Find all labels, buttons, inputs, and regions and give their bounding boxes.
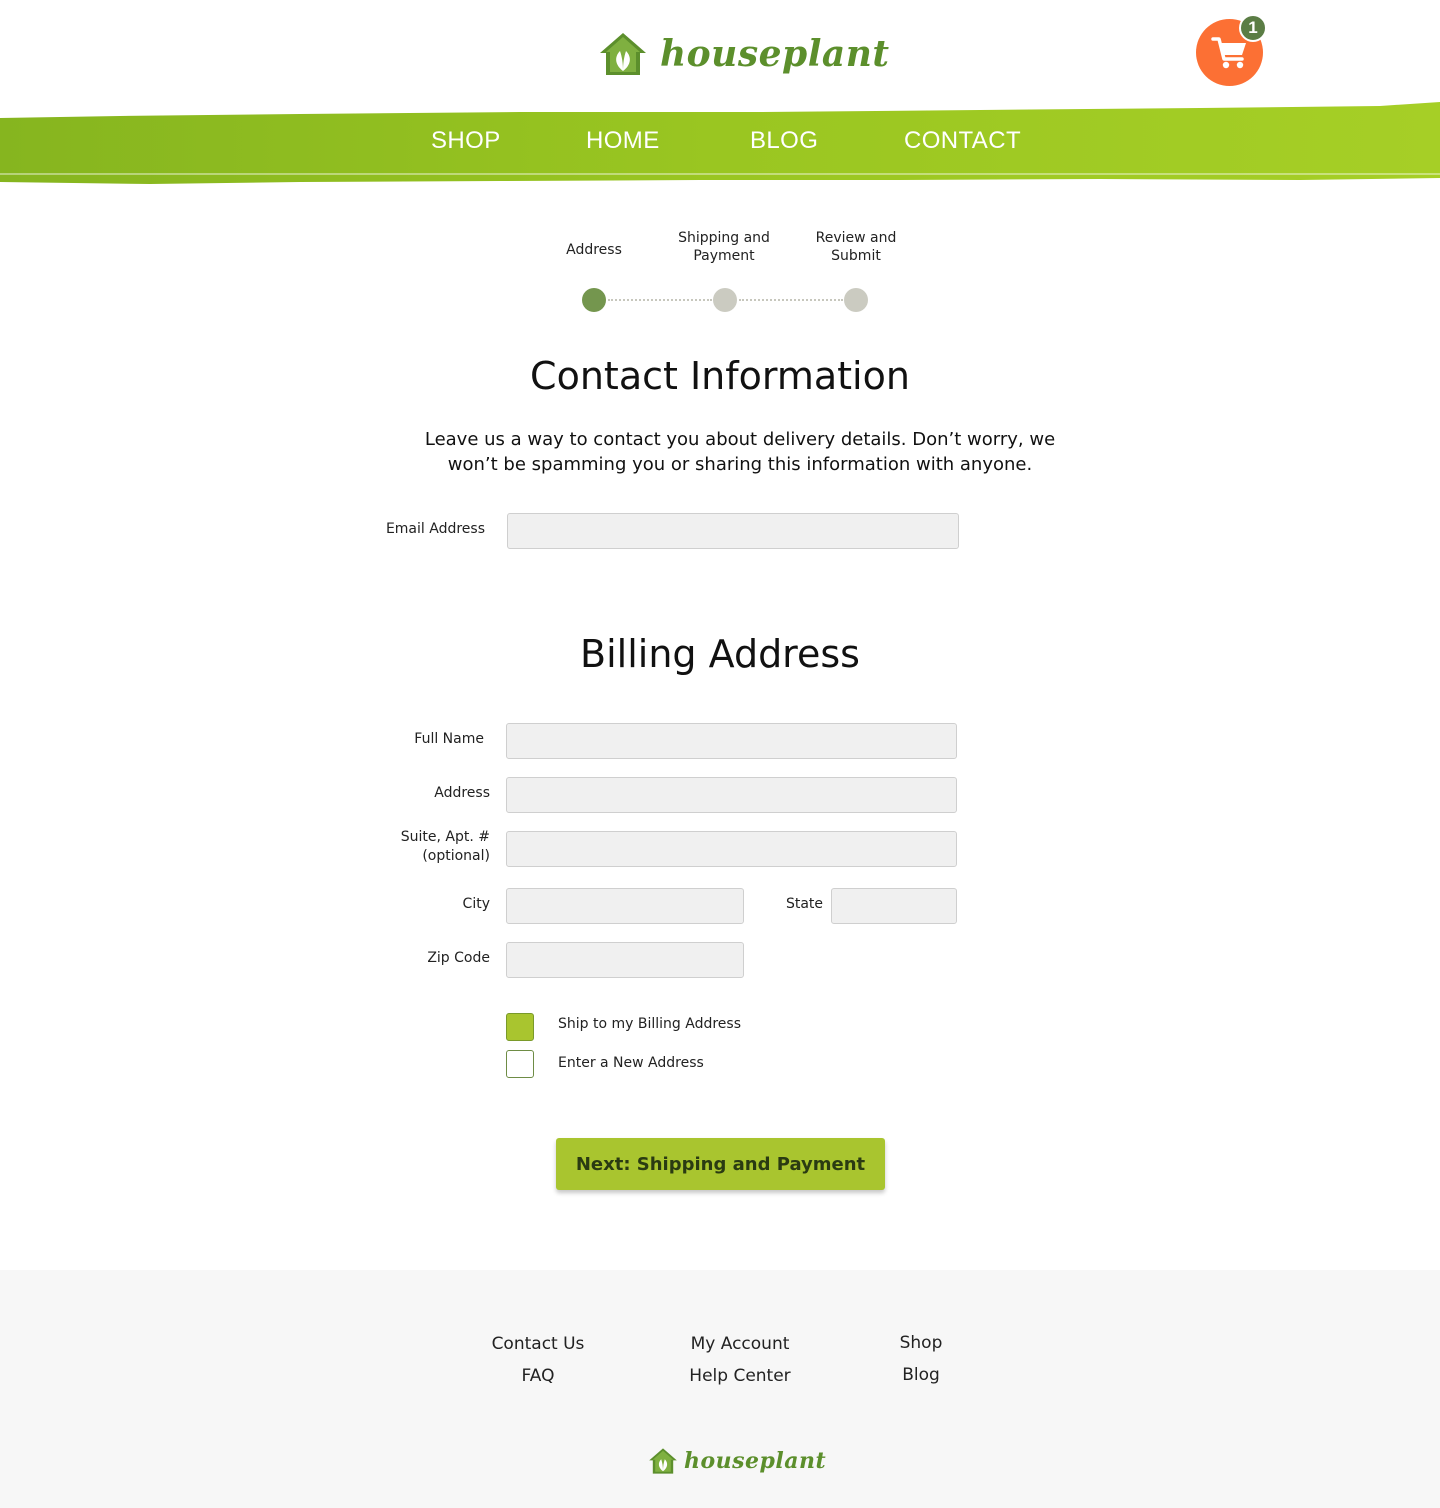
cart-count-badge: 1 (1239, 14, 1267, 42)
ship-to-billing-label[interactable]: Ship to my Billing Address (558, 1014, 741, 1034)
step-review-label: Review and Submit (786, 229, 926, 265)
footer-link-help-center[interactable]: Help Center (670, 1365, 810, 1387)
footer-link-faq[interactable]: FAQ (468, 1365, 608, 1387)
contact-intro-line2: won’t be spamming you or sharing this in… (447, 454, 1033, 475)
nav-contact[interactable]: CONTACT (904, 122, 1021, 160)
step-dot-address[interactable] (582, 288, 606, 312)
contact-information-title: Contact Information (530, 354, 910, 398)
step-dot-shipping[interactable] (713, 288, 737, 312)
zip-code-field[interactable] (506, 942, 744, 978)
brand-logo[interactable]: houseplant (598, 26, 890, 82)
main-nav: SHOP HOME BLOG CONTACT (0, 122, 1440, 160)
address-field[interactable] (506, 777, 957, 813)
step-connector (739, 299, 843, 301)
footer-link-contact-us[interactable]: Contact Us (468, 1333, 608, 1355)
full-name-label: Full Name (414, 731, 484, 747)
step-address-label: Address (524, 241, 664, 259)
step-connector (608, 299, 712, 301)
new-address-checkbox[interactable] (506, 1050, 534, 1078)
state-field[interactable] (831, 888, 957, 924)
new-address-label[interactable]: Enter a New Address (558, 1053, 704, 1073)
suite-label: Suite, Apt. # (optional) (360, 828, 490, 866)
footer-brand-wordmark: houseplant (684, 1448, 827, 1474)
zip-code-label: Zip Code (427, 950, 490, 966)
step-review-label-line1: Review and (815, 230, 897, 246)
ship-to-billing-checkbox[interactable] (506, 1013, 534, 1041)
suite-label-line2: (optional) (422, 848, 490, 864)
footer-link-shop[interactable]: Shop (861, 1332, 981, 1354)
step-shipping-label-line1: Shipping and (678, 230, 770, 246)
nav-home[interactable]: HOME (586, 122, 660, 160)
shopping-cart-icon (1210, 36, 1246, 68)
email-field[interactable] (507, 513, 959, 549)
step-review-label-line2: Submit (831, 248, 881, 264)
nav-blog[interactable]: BLOG (750, 122, 818, 160)
contact-intro-text: Leave us a way to contact you about deli… (420, 427, 1060, 477)
footer-brand-logo[interactable]: houseplant (648, 1444, 826, 1478)
next-shipping-payment-button[interactable]: Next: Shipping and Payment (556, 1138, 885, 1190)
state-label: State (785, 896, 823, 912)
step-shipping-label-line2: Payment (693, 248, 755, 264)
step-shipping-label: Shipping and Payment (654, 229, 794, 265)
nav-shop[interactable]: SHOP (431, 122, 501, 160)
city-field[interactable] (506, 888, 744, 924)
footer-link-my-account[interactable]: My Account (670, 1333, 810, 1355)
brand-wordmark: houseplant (660, 33, 890, 75)
house-leaf-icon (649, 1448, 677, 1474)
email-label: Email Address (385, 521, 485, 537)
suite-field[interactable] (506, 831, 957, 867)
city-label: City (462, 896, 490, 912)
house-leaf-icon (600, 33, 646, 75)
address-label: Address (434, 785, 490, 801)
full-name-field[interactable] (506, 723, 957, 759)
suite-label-line1: Suite, Apt. # (400, 829, 490, 845)
billing-address-title: Billing Address (580, 632, 860, 676)
footer-link-blog[interactable]: Blog (861, 1364, 981, 1386)
contact-intro-line1: Leave us a way to contact you about deli… (424, 429, 1056, 450)
step-dot-review[interactable] (844, 288, 868, 312)
step-address-label-text: Address (566, 242, 622, 258)
